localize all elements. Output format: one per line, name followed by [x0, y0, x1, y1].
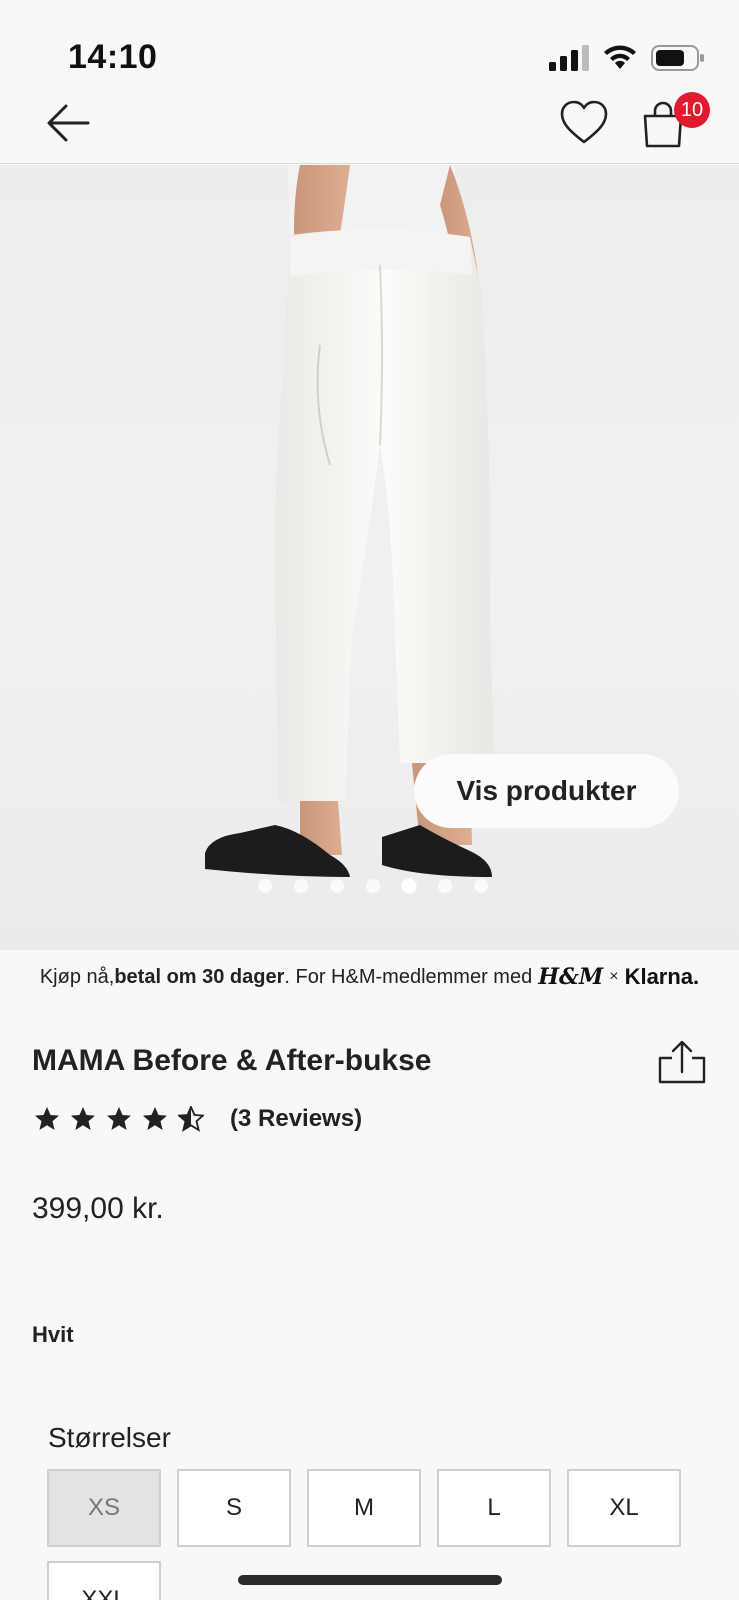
cellular-signal-icon: [549, 45, 589, 71]
status-bar: 14:10: [0, 0, 739, 100]
star-full-icon: [107, 1107, 131, 1130]
carousel-dot[interactable]: [258, 879, 272, 893]
home-indicator: [238, 1575, 502, 1585]
product-title: MAMA Before & After-bukse: [32, 1044, 432, 1077]
size-option-s[interactable]: S: [177, 1469, 291, 1547]
reviews-link[interactable]: (3 Reviews): [230, 1105, 362, 1133]
size-option-xxl[interactable]: XXL: [47, 1561, 161, 1600]
carousel-dot[interactable]: [402, 879, 416, 893]
battery-icon: [651, 45, 704, 71]
favorite-button[interactable]: [556, 96, 612, 150]
status-time: 14:10: [68, 38, 158, 76]
back-button[interactable]: [40, 98, 96, 148]
klarna-middle: . For H&M-medlemmer med: [284, 965, 533, 988]
star-full-icon: [143, 1107, 167, 1130]
klarna-promo: Kjøp nå, betal om 30 dager . For H&M-med…: [0, 952, 739, 1002]
arrow-left-icon: [47, 104, 90, 142]
share-icon: [658, 1040, 706, 1084]
nav-bar: 10: [0, 90, 739, 164]
hm-logo: H&M: [538, 964, 604, 990]
product-rating[interactable]: (3 Reviews): [34, 1105, 362, 1133]
carousel-indicator: [258, 879, 488, 893]
product-color: Hvit: [32, 1322, 74, 1347]
shopping-bag-button[interactable]: 10: [643, 92, 710, 152]
sizes-heading: Størrelser: [48, 1422, 171, 1453]
product-price: 399,00 kr.: [32, 1192, 164, 1225]
klarna-times: ×: [609, 968, 619, 985]
star-full-icon: [35, 1107, 59, 1130]
klarna-logo: Klarna.: [624, 964, 700, 989]
size-option-l[interactable]: L: [437, 1469, 551, 1547]
carousel-dot[interactable]: [438, 879, 452, 893]
share-button[interactable]: [656, 1040, 708, 1086]
carousel-dot[interactable]: [294, 879, 308, 893]
klarna-bold: betal om 30 dager: [114, 965, 285, 988]
star-full-icon: [71, 1107, 95, 1130]
carousel-dot[interactable]: [330, 879, 344, 893]
status-icons: [549, 44, 705, 72]
product-photo: [205, 165, 494, 877]
size-option-xs[interactable]: XS: [47, 1469, 161, 1547]
cart-count-badge: 10: [674, 92, 710, 128]
size-option-m[interactable]: M: [307, 1469, 421, 1547]
heart-icon: [560, 100, 608, 144]
star-half-icon: [178, 1106, 204, 1132]
rating-stars: [34, 1106, 204, 1132]
wifi-icon: [604, 45, 636, 69]
size-option-xl[interactable]: XL: [567, 1469, 681, 1547]
carousel-dot[interactable]: [366, 879, 380, 893]
show-products-button[interactable]: Vis produkter: [414, 754, 679, 828]
klarna-prefix: Kjøp nå,: [39, 965, 115, 988]
carousel-dot[interactable]: [474, 879, 488, 893]
product-image-carousel[interactable]: Vis produkter: [0, 165, 739, 950]
